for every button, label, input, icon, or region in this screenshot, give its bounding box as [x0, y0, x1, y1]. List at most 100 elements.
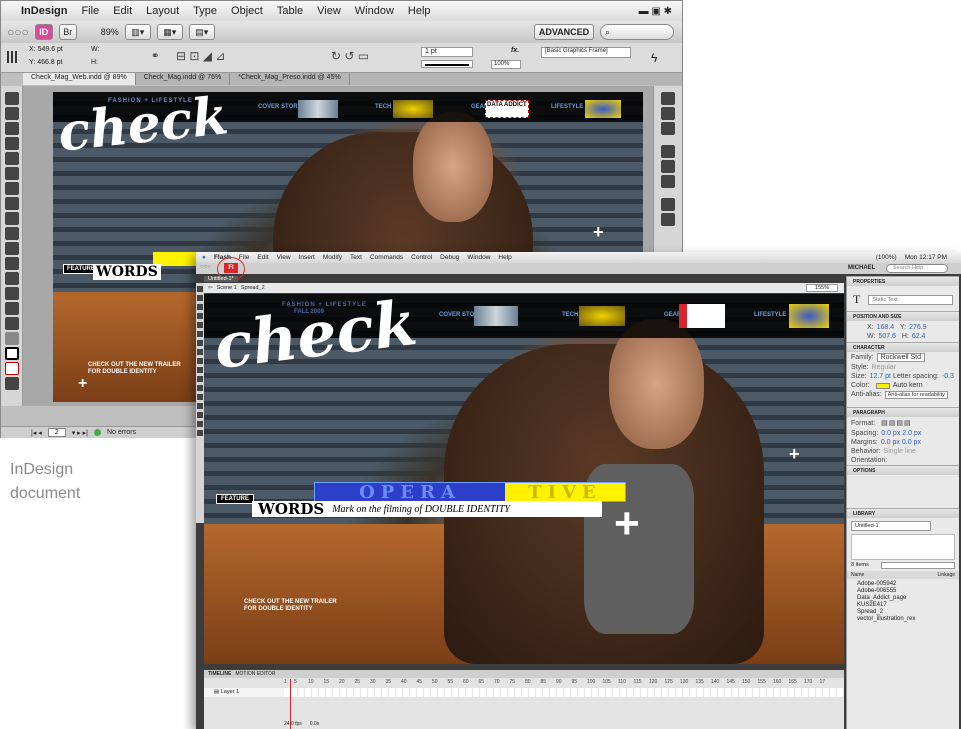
opacity-field[interactable]: 100% — [491, 60, 521, 69]
flash-search-field[interactable]: Search Help — [886, 264, 948, 273]
indent-field[interactable]: 0.0 px — [881, 430, 900, 437]
stroke-weight-field[interactable]: 1 pt — [421, 47, 473, 57]
links-panel-icon[interactable] — [661, 107, 675, 120]
object-styles-icon[interactable] — [661, 198, 675, 211]
x-prop[interactable]: 168.4 — [877, 324, 895, 331]
indesign-logo-icon[interactable]: ID — [34, 24, 53, 40]
constrain-proportions-icon[interactable]: ⚭ — [151, 51, 159, 62]
menu-object[interactable]: Object — [231, 5, 263, 17]
stroke-type-field[interactable] — [421, 60, 473, 68]
library-item[interactable]: Adobe-006555 — [847, 588, 959, 595]
flash-eyedropper-icon[interactable] — [197, 403, 203, 409]
color-swatch[interactable] — [875, 382, 890, 389]
gradient-tool-icon[interactable] — [4, 272, 19, 285]
flash-menu-modify[interactable]: Modify — [323, 254, 342, 261]
direct-selection-tool-icon[interactable] — [4, 107, 19, 120]
bridge-icon[interactable]: Br — [58, 24, 77, 40]
flash-pencil-tool-icon[interactable] — [197, 367, 203, 373]
flash-subselection-tool-icon[interactable] — [197, 295, 203, 301]
behavior-dropdown[interactable]: Single line — [884, 448, 916, 455]
swatches-panel-icon[interactable] — [661, 160, 675, 173]
flash-paint-bucket-icon[interactable] — [197, 394, 203, 400]
fx-icon[interactable]: fx. — [511, 47, 519, 54]
flash-pen-tool-icon[interactable] — [197, 331, 203, 337]
library-item[interactable]: KUS2E417 — [847, 602, 959, 609]
w-field[interactable]: W: — [91, 46, 99, 53]
menu-edit[interactable]: Edit — [113, 5, 132, 17]
flash-eraser-icon[interactable] — [197, 412, 203, 418]
apply-none-icon[interactable] — [4, 362, 19, 375]
character-header[interactable]: CHARACTER — [847, 342, 959, 352]
preview-mode-icon[interactable] — [4, 377, 19, 390]
family-dropdown[interactable]: Rockwell Std — [876, 353, 926, 362]
flash-lifestyle-thumb[interactable] — [789, 304, 829, 328]
flash-nav-lifestyle[interactable]: LIFESTYLE — [754, 312, 786, 318]
user-menu[interactable]: MICHAEL — [848, 265, 875, 271]
flash-menu-help[interactable]: Help — [498, 254, 511, 261]
preflight-status[interactable]: No errors — [107, 429, 136, 436]
frame-style-dropdown[interactable]: [Basic Graphics Frame] — [541, 47, 631, 58]
tab-check-mag-web[interactable]: Check_Mag_Web.indd @ 89% — [23, 73, 136, 85]
text-type-dropdown[interactable]: Static Text — [868, 294, 953, 305]
operative-headline[interactable]: OPERA TIVE — [314, 482, 626, 503]
stroke-panel-icon[interactable] — [661, 145, 675, 158]
flash-menu-commands[interactable]: Commands — [370, 254, 403, 261]
library-item[interactable]: Spread_2 — [847, 609, 959, 616]
flash-cover-story-thumb[interactable] — [474, 306, 518, 326]
back-arrow-icon[interactable]: ⇦ — [208, 285, 213, 291]
h-field[interactable]: H: — [91, 59, 98, 66]
first-page-icon[interactable]: |◂ ◂ — [31, 429, 42, 437]
library-doc-dropdown[interactable]: Untitled-1 — [851, 521, 931, 531]
cover-story-thumb[interactable] — [298, 100, 338, 118]
scale-tool-icon[interactable] — [4, 227, 19, 240]
lifestyle-thumb[interactable] — [585, 100, 621, 118]
reference-point-icon[interactable] — [7, 51, 17, 63]
line-spacing-field[interactable]: 2.0 px — [902, 430, 921, 437]
search-field[interactable]: ⌕ — [600, 24, 674, 40]
library-item[interactable]: vector_illustration_rex — [847, 616, 959, 623]
library-col-linkage[interactable]: Linkage — [937, 572, 955, 578]
flash-zoom[interactable]: 155% — [805, 284, 838, 292]
flash-zoom-tool-icon[interactable] — [197, 430, 203, 436]
menu-window[interactable]: Window — [355, 5, 394, 17]
flash-menu-window[interactable]: Window — [467, 254, 490, 261]
selection-tool-icon[interactable] — [4, 92, 19, 105]
flash-3d-tool-icon[interactable] — [197, 313, 203, 319]
pen-tool-icon[interactable] — [4, 152, 19, 165]
flash-nav-tech[interactable]: TECH — [562, 312, 578, 318]
window-buttons[interactable]: ○○○ — [7, 25, 29, 39]
transform-icons[interactable]: ⊟ ⊡ ◢ ⊿ — [176, 49, 225, 63]
fps-readout[interactable]: 24.0 fps — [284, 721, 302, 727]
x-field[interactable]: 549.6 pt — [38, 46, 63, 53]
position-size-header[interactable]: POSITION AND SIZE — [847, 311, 959, 321]
frame-cells[interactable] — [284, 688, 844, 697]
type-tool-icon[interactable] — [4, 137, 19, 150]
next-page-icon[interactable]: ▾ ▸ ▸| — [72, 429, 88, 437]
flash-menu-edit[interactable]: Edit — [257, 254, 268, 261]
library-item[interactable]: Data_Addict_page — [847, 595, 959, 602]
free-transform-tool-icon[interactable] — [4, 257, 19, 270]
anti-alias-dropdown[interactable]: Anti-alias for readability — [884, 391, 948, 399]
library-search-field[interactable] — [880, 562, 955, 569]
arrange-button[interactable]: ▤▾ — [188, 24, 215, 40]
layer-name[interactable]: Layer 1 — [221, 689, 239, 695]
margin-left-field[interactable]: 0.0 px — [881, 439, 900, 446]
paragraph-header[interactable]: PARAGRAPH — [847, 407, 959, 417]
menu-help[interactable]: Help — [408, 5, 431, 17]
y-field[interactable]: 466.8 pt — [37, 59, 62, 66]
tab-timeline[interactable]: TIMELINE — [208, 671, 231, 677]
page-number-field[interactable]: 2 — [47, 428, 66, 437]
spread-2-crumb[interactable]: Spread_2 — [241, 285, 265, 291]
zoom-level[interactable]: 89% — [101, 27, 119, 37]
library-item[interactable]: Adobe-005942 — [847, 581, 959, 588]
tab-check-mag[interactable]: Check_Mag.indd @ 76% — [136, 73, 231, 85]
size-field[interactable]: 12.7 pt — [870, 373, 891, 380]
flash-selection-tool-icon[interactable] — [197, 286, 203, 292]
flash-lasso-tool-icon[interactable] — [197, 322, 203, 328]
flash-tech-thumb[interactable] — [579, 306, 625, 326]
flash-gear-thumb[interactable] — [679, 304, 725, 328]
flash-window-buttons[interactable]: ○○○ — [200, 264, 211, 270]
flash-rectangle-tool-icon[interactable] — [197, 358, 203, 364]
lightning-icon[interactable]: ϟ — [651, 51, 657, 65]
tab-check-mag-preso[interactable]: *Check_Mag_Preso.indd @ 45% — [230, 73, 350, 85]
